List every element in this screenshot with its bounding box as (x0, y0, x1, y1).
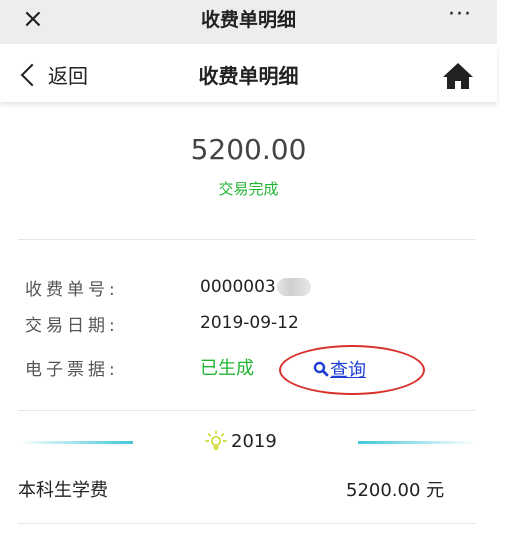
divider (18, 410, 476, 411)
fee-item-name: 本科生学费 (18, 480, 108, 501)
e-invoice-row: 电子票据: 已生成 (25, 352, 254, 382)
receipt-number-text: 0000003 (200, 277, 276, 297)
right-margin (497, 0, 523, 541)
app-header: 返回 收费单明细 (0, 44, 497, 102)
divider (18, 523, 476, 524)
query-link[interactable]: 查询 (313, 356, 366, 382)
more-menu-icon[interactable]: ··· (448, 2, 472, 27)
search-icon (313, 361, 329, 377)
query-label: 查询 (330, 360, 366, 381)
year-heading: 2019 (205, 430, 277, 452)
page-title: 收费单明细 (198, 64, 299, 88)
status-text: 交易完成 (218, 180, 279, 198)
e-invoice-label: 电子票据: (25, 359, 119, 380)
section-line-right (358, 441, 476, 444)
receipt-number-label: 收费单号: (25, 279, 119, 300)
receipt-number-row: 收费单号: 0000003 (25, 272, 311, 302)
e-invoice-status: 已生成 (200, 358, 254, 379)
redaction-blur (276, 278, 311, 296)
total-amount: 5200.00 (190, 133, 307, 166)
home-icon[interactable] (442, 62, 474, 90)
year-text: 2019 (231, 430, 277, 452)
trade-date-value: 2019-09-12 (200, 313, 299, 333)
receipt-number-value: 0000003 (200, 277, 311, 297)
fee-item-amount: 5200.00 元 (346, 480, 445, 501)
wechat-title: 收费单明细 (200, 9, 296, 31)
divider (18, 239, 476, 240)
lightbulb-icon (205, 430, 227, 450)
trade-date-row: 交易日期: 2019-09-12 (25, 308, 299, 338)
trade-date-label: 交易日期: (25, 315, 119, 336)
section-line-left (18, 441, 133, 444)
wechat-top-bar: × 收费单明细 ··· (0, 0, 497, 44)
